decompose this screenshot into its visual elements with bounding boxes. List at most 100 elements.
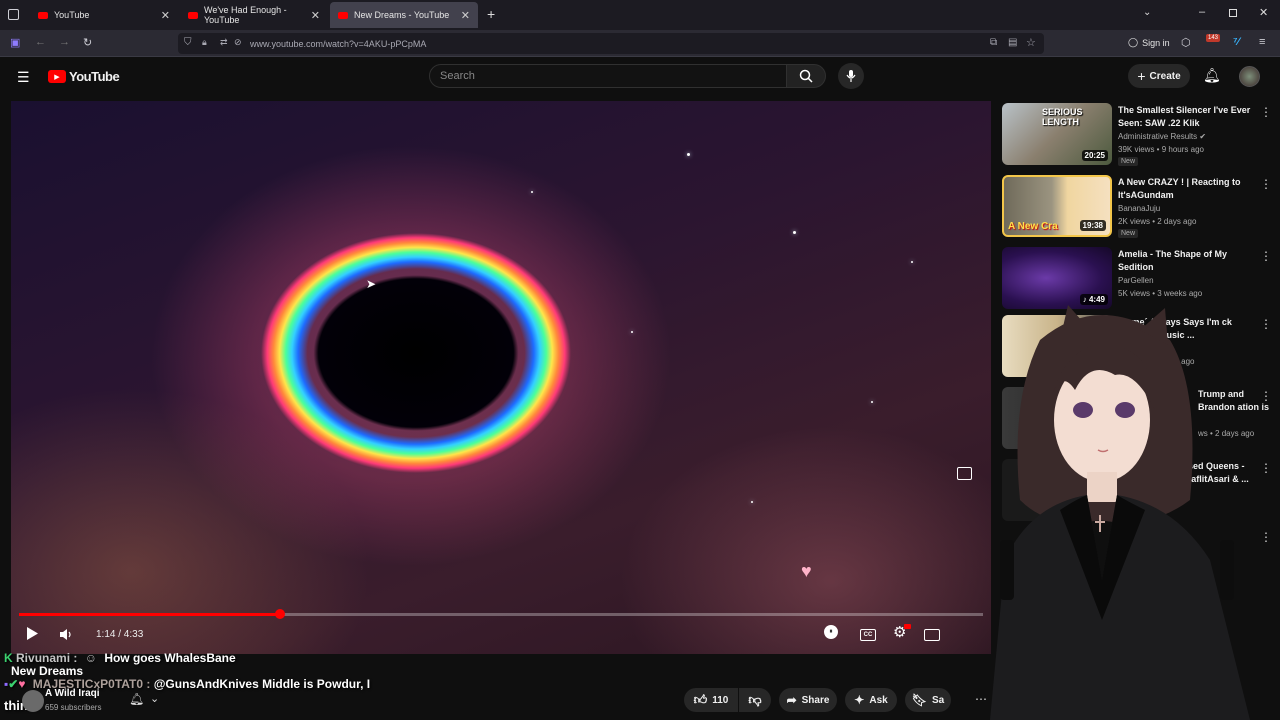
channel-avatar[interactable] <box>22 690 44 712</box>
tab-youtube[interactable]: YouTube ✕ <box>30 2 178 28</box>
screenshot-icon[interactable]: ⧉ <box>990 37 997 48</box>
miniplayer-icon[interactable] <box>957 467 972 480</box>
video-title[interactable]: The Smallest Silencer I've Ever Seen: SA… <box>1118 104 1252 130</box>
more-options-icon[interactable]: ⋮ <box>1260 530 1272 544</box>
share-button[interactable]: ➦ Share <box>779 688 837 712</box>
lock-icon[interactable]: 🔒︎ <box>202 37 207 48</box>
progress-scrubber[interactable] <box>275 609 285 619</box>
mute-button[interactable] <box>56 625 74 643</box>
guide-menu-icon[interactable]: ☰ <box>17 69 30 86</box>
save-button[interactable]: 🔖︎ Sa <box>905 688 951 712</box>
minimize-button[interactable]: – <box>1199 6 1205 18</box>
tab-list-chevron-icon[interactable]: ⌄ <box>1143 7 1151 18</box>
youtube-masthead: ☰ ▶ YouTube Search + Create 🔔︎ <box>0 57 1280 101</box>
video-meta: day ago <box>1166 357 1195 366</box>
star-sparkle <box>531 191 533 193</box>
thumbnail-caption: A New Cra <box>1008 221 1058 232</box>
translate-extension-icon[interactable]: ⁷⁄ <box>1233 36 1239 48</box>
more-options-icon[interactable]: ⋮ <box>1260 317 1272 331</box>
star-sparkle <box>871 401 873 403</box>
voice-search-button[interactable] <box>838 63 864 89</box>
new-badge: New <box>1118 229 1139 238</box>
youtube-favicon-icon <box>188 11 198 19</box>
youtube-logo[interactable]: ▶ YouTube <box>48 69 120 84</box>
video-thumbnail[interactable]: SERIOUS LENGTH 20:25 <box>1002 103 1112 165</box>
shield-icon[interactable]: ⛉ <box>184 37 192 48</box>
chevron-down-icon[interactable]: ⌄ <box>150 692 159 705</box>
chat-badge-icon: K <box>4 651 13 665</box>
video-thumbnail[interactable] <box>1002 315 1112 377</box>
theater-mode-icon[interactable] <box>924 629 940 641</box>
notification-bell-icon[interactable]: 🔔︎ <box>129 692 144 706</box>
plus-icon: + <box>1137 68 1146 84</box>
video-thumbnail[interactable]: A New Cra 19:38 <box>1002 175 1112 237</box>
more-options-icon[interactable]: ⋮ <box>1260 249 1272 263</box>
account-sign-in[interactable]: ◯ Sign in <box>1128 37 1170 48</box>
forward-icon[interactable]: → <box>59 36 70 48</box>
new-badge: New <box>1118 157 1139 166</box>
recommendation-item[interactable]: A New Cra 19:38 A New CRAZY ! | Reacting… <box>1002 175 1272 239</box>
video-title[interactable]: f based Queens - @LeaflitAsari & ... <box>1172 460 1262 486</box>
tracking-icon[interactable]: ⊘ <box>234 37 242 48</box>
video-meta: 2K views • 2 days ago <box>1118 217 1197 226</box>
channel-name[interactable]: BananaJuju <box>1118 204 1160 213</box>
extensions-icon[interactable]: ⬡ <box>1181 36 1191 49</box>
star-sparkle <box>911 261 913 263</box>
channel-name[interactable]: ParGellen <box>1118 276 1154 285</box>
search-input[interactable]: Search <box>429 64 787 88</box>
permissions-icon[interactable]: ⇄ <box>220 37 228 48</box>
new-tab-button[interactable]: + <box>487 6 495 22</box>
extension-badge[interactable]: 143 <box>1206 34 1221 42</box>
close-tab-icon[interactable]: ✕ <box>461 9 470 22</box>
tab-weve-had-enough[interactable]: We've Had Enough - YouTube ✕ <box>180 2 328 28</box>
sidebar-toggle-icon[interactable]: ▣ <box>10 36 20 49</box>
captions-icon[interactable]: CC <box>860 629 876 641</box>
reload-icon[interactable]: ↻ <box>83 36 92 49</box>
video-title[interactable]: Amelia - The Shape of My Sedition <box>1118 248 1252 274</box>
play-button[interactable] <box>24 625 40 641</box>
recommendation-item[interactable]: SERIOUS LENGTH 20:25 The Smallest Silenc… <box>1002 103 1272 167</box>
close-window-button[interactable]: ✕ <box>1259 6 1268 19</box>
search-placeholder: Search <box>440 70 475 82</box>
more-options-icon[interactable]: ⋮ <box>1260 177 1272 191</box>
close-tab-icon[interactable]: ✕ <box>161 9 170 22</box>
autoplay-toggle[interactable]: ⏸ <box>824 625 838 639</box>
notifications-bell-icon[interactable]: 🔔︎ <box>1203 67 1221 84</box>
video-title[interactable]: A New CRAZY ! | Reacting to It'sAGundam <box>1118 176 1252 202</box>
ask-button[interactable]: ✦ Ask <box>845 688 897 712</box>
more-options-icon[interactable]: ⋮ <box>1260 389 1272 403</box>
video-thumbnail[interactable] <box>1002 459 1112 521</box>
share-icon: ➦ <box>786 693 797 707</box>
menu-icon[interactable]: ≡ <box>1259 36 1265 48</box>
video-thumbnail[interactable]: ♪ 4:49 <box>1002 247 1112 309</box>
close-tab-icon[interactable]: ✕ <box>311 9 320 22</box>
bookmark-star-icon[interactable]: ☆ <box>1026 36 1036 49</box>
reader-view-icon[interactable]: ▤ <box>1008 37 1017 48</box>
progress-bar[interactable] <box>19 609 983 619</box>
tab-overview-icon[interactable] <box>8 9 19 20</box>
channel-name[interactable]: A Wild Iraqi <box>45 688 100 699</box>
video-player[interactable]: ♥ ➤ 1:14 / 4:33 ⏸ CC ⚙ <box>11 101 991 654</box>
more-actions-icon[interactable]: ⋯ <box>975 692 987 706</box>
more-options-icon[interactable]: ⋮ <box>1260 461 1272 475</box>
recommendation-item[interactable]: ho Trump and Brandon ation is insane.. w… <box>1002 387 1272 451</box>
dislike-button[interactable]: 👎︎ <box>739 688 771 712</box>
video-thumbnail[interactable]: ho <box>1002 387 1112 449</box>
recommendation-item[interactable]: ♪ 4:49 Amelia - The Shape of My Sedition… <box>1002 247 1272 311</box>
address-bar[interactable]: ⛉ 🔒︎ ⇄ ⊘ www.youtube.com/watch?v=4AKU-pP… <box>178 33 1044 54</box>
more-options-icon[interactable]: ⋮ <box>1260 105 1272 119</box>
recommendation-item[interactable]: Some´ Always Says I'm ck Pack 2) | Music… <box>1002 315 1272 379</box>
create-button[interactable]: + Create <box>1128 64 1190 88</box>
url-text[interactable]: www.youtube.com/watch?v=4AKU-pPCpMA <box>250 39 426 49</box>
avatar[interactable] <box>1239 66 1260 87</box>
tab-new-dreams[interactable]: New Dreams - YouTube ✕ <box>330 2 478 28</box>
search-button[interactable] <box>786 64 826 88</box>
maximize-button[interactable] <box>1229 9 1237 17</box>
back-icon[interactable]: ← <box>35 36 46 48</box>
youtube-logo-text: YouTube <box>69 69 120 84</box>
video-title[interactable]: Some´ Always Says I'm ck Pack 2) | Music… <box>1120 316 1254 342</box>
recommendation-item[interactable]: f based Queens - @LeaflitAsari & ... ⋮ <box>1002 459 1272 523</box>
bookmark-icon: 🔖︎ <box>911 693 927 707</box>
like-button[interactable]: 👍︎ 110 <box>684 688 738 712</box>
channel-name[interactable]: Administrative Results ✔ <box>1118 132 1206 141</box>
